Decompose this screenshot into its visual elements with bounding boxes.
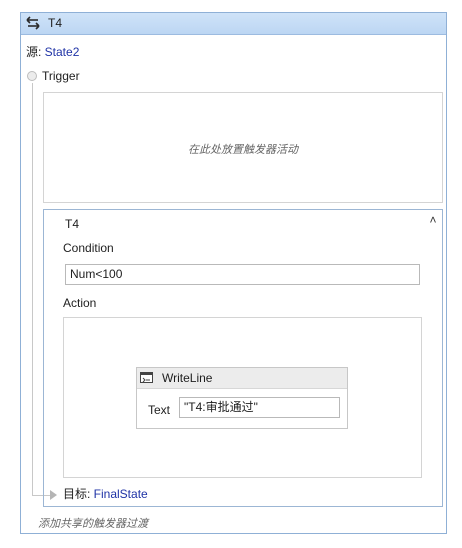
transition-swap-icon: [26, 16, 40, 30]
chevron-double-up-icon[interactable]: ˄: [426, 213, 440, 227]
target-state-link[interactable]: FinalState: [94, 487, 148, 501]
trigger-drop-zone[interactable]: 在此处放置触发器活动: [43, 92, 443, 203]
trigger-drop-hint: 在此处放置触发器活动: [188, 144, 298, 156]
writeline-activity-header[interactable]: WriteLine: [137, 368, 347, 389]
trigger-dot-icon: [27, 71, 37, 81]
source-label: 源:: [26, 45, 45, 59]
add-shared-trigger-link[interactable]: 添加共享的触发器过渡: [38, 515, 148, 531]
condition-label: Condition: [63, 241, 114, 255]
action-drop-zone[interactable]: WriteLine Text "T4:审批通过": [63, 317, 422, 478]
source-state-link[interactable]: State2: [45, 45, 80, 59]
transition-panel-title: T4: [65, 217, 80, 231]
trigger-label: Trigger: [42, 69, 80, 83]
writeline-title: WriteLine: [162, 371, 213, 385]
writeline-activity[interactable]: WriteLine Text "T4:审批通过": [136, 367, 348, 429]
action-label: Action: [63, 296, 97, 310]
text-input[interactable]: "T4:审批通过": [179, 397, 340, 418]
transition-header-title: T4: [48, 16, 63, 30]
connector-line-vertical: [32, 83, 33, 496]
transition-panel: T4 ˄ Condition Num<100 Action WriteLine …: [43, 209, 443, 507]
transition-designer: T4 源: State2 Trigger 在此处放置触发器活动 T4 ˄ Con…: [20, 12, 447, 534]
text-label: Text: [148, 403, 171, 417]
transition-header[interactable]: T4: [21, 13, 446, 35]
condition-input[interactable]: Num<100: [65, 264, 420, 285]
target-row: 目标: FinalState: [63, 485, 148, 502]
target-label: 目标:: [63, 487, 94, 501]
source-row: 源: State2: [26, 43, 79, 60]
writeline-icon: [140, 372, 153, 383]
